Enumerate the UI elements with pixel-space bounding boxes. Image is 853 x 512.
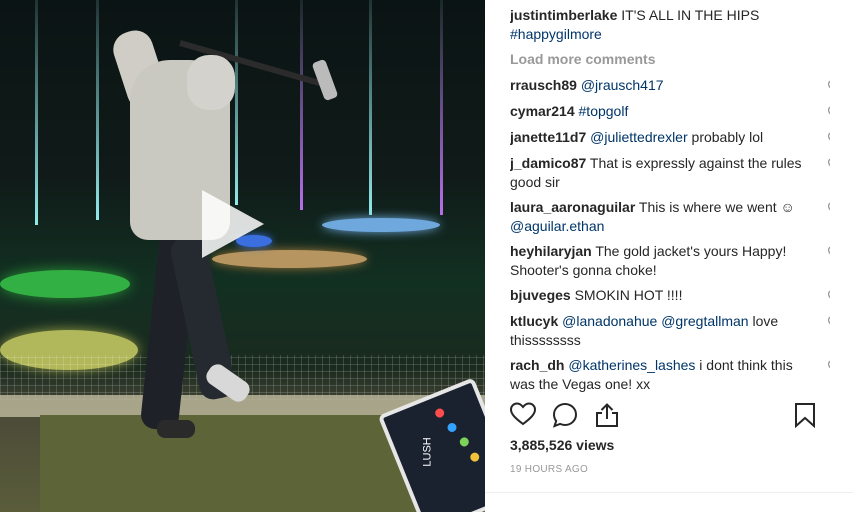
range-light-pole — [300, 0, 303, 210]
comment-row: rach_dh @katherines_lashes i dont think … — [510, 356, 830, 392]
bookmark-icon[interactable] — [793, 402, 821, 430]
comment-mention[interactable]: @lanadonahue — [562, 313, 657, 329]
player-shoe — [157, 420, 195, 438]
comment-username[interactable]: janette11d7 — [510, 129, 586, 145]
comment-username[interactable]: bjuveges — [510, 287, 571, 303]
comment-text: SMOKIN HOT !!!! — [574, 287, 683, 303]
comment-row: janette11d7 @juliettedrexler probably lo… — [510, 128, 830, 147]
comment-username[interactable]: j_damico87 — [510, 155, 586, 171]
comment-row: j_damico87 That is expressly against the… — [510, 154, 830, 192]
heart-icon[interactable] — [828, 316, 830, 329]
tablet-dot — [433, 407, 446, 419]
tablet-dot — [458, 436, 471, 448]
range-light-pole — [35, 0, 38, 225]
heart-icon[interactable] — [828, 80, 830, 93]
comment-mention[interactable]: @aguilar.ethan — [510, 218, 604, 234]
heart-icon[interactable] — [828, 158, 830, 171]
comment-mention[interactable]: @gregtallman — [661, 313, 748, 329]
comment-username[interactable]: ktlucyk — [510, 313, 558, 329]
tablet-dot — [446, 421, 458, 434]
caption-text: IT'S ALL IN THE HIPS — [621, 7, 760, 23]
heart-icon[interactable] — [828, 290, 830, 303]
comment-username[interactable]: rach_dh — [510, 357, 564, 373]
comment-username[interactable]: heyhilaryjan — [510, 243, 592, 259]
comment-row: ktlucyk @lanadonahue @gregtallman love t… — [510, 312, 830, 350]
comment-mention[interactable]: @katherines_lashes — [568, 357, 695, 373]
range-light-pole — [440, 0, 443, 215]
comments-list: justintimberlake IT'S ALL IN THE HIPS #h… — [510, 0, 830, 392]
range-light-pole — [235, 0, 238, 205]
comments-panel: justintimberlake IT'S ALL IN THE HIPS #h… — [485, 0, 853, 512]
post-timestamp: 19 HOURS AGO — [510, 464, 589, 475]
tablet-logo-text: LUSH — [421, 437, 434, 467]
divider — [485, 492, 853, 493]
heart-icon[interactable] — [828, 202, 830, 215]
comment-rows: rrausch89 @jrausch417 cymar214 #topgolf ja… — [510, 76, 830, 392]
play-icon[interactable] — [202, 190, 264, 258]
caption-author[interactable]: justintimberlake — [510, 7, 617, 23]
heart-icon[interactable] — [828, 246, 830, 259]
hitting-mat — [40, 415, 440, 512]
comment-icon[interactable] — [552, 402, 580, 430]
target-glow — [0, 270, 130, 298]
comment-row: laura_aaronaguilar This is where we went… — [510, 198, 830, 236]
comment-row: cymar214 #topgolf — [510, 102, 830, 121]
tablet-dot — [468, 451, 481, 463]
comment-mention[interactable]: @jrausch417 — [581, 77, 664, 93]
comment-row: bjuveges SMOKIN HOT !!!! — [510, 286, 830, 305]
comment-row: heyhilaryjan The gold jacket's yours Hap… — [510, 242, 830, 280]
comment-username[interactable]: laura_aaronaguilar — [510, 199, 635, 215]
heart-icon[interactable] — [828, 132, 830, 145]
target-glow — [322, 218, 440, 232]
range-light-pole — [369, 0, 372, 215]
post-caption: justintimberlake IT'S ALL IN THE HIPS #h… — [510, 6, 830, 44]
caption-hashtag[interactable]: #happygilmore — [510, 26, 602, 42]
comment-row: rrausch89 @jrausch417 — [510, 76, 830, 95]
load-more-comments-button[interactable]: Load more comments — [510, 50, 830, 68]
action-bar — [509, 402, 825, 430]
heart-icon[interactable] — [509, 402, 538, 430]
comment-username[interactable]: cymar214 — [510, 103, 575, 119]
comment-text: This is where we went ☺ — [638, 199, 795, 215]
range-light-pole — [96, 0, 99, 220]
comment-username[interactable]: rrausch89 — [510, 77, 577, 93]
heart-icon[interactable] — [828, 360, 830, 373]
video-player[interactable]: LUSH — [0, 0, 485, 512]
comment-mention[interactable]: #topgolf — [579, 103, 629, 119]
comment-text: probably lol — [687, 129, 764, 145]
share-icon[interactable] — [594, 402, 622, 430]
player-hood — [187, 55, 235, 110]
view-count[interactable]: 3,885,526 views — [510, 437, 614, 453]
heart-icon[interactable] — [828, 106, 830, 119]
comment-mention[interactable]: @juliettedrexler — [590, 129, 687, 145]
